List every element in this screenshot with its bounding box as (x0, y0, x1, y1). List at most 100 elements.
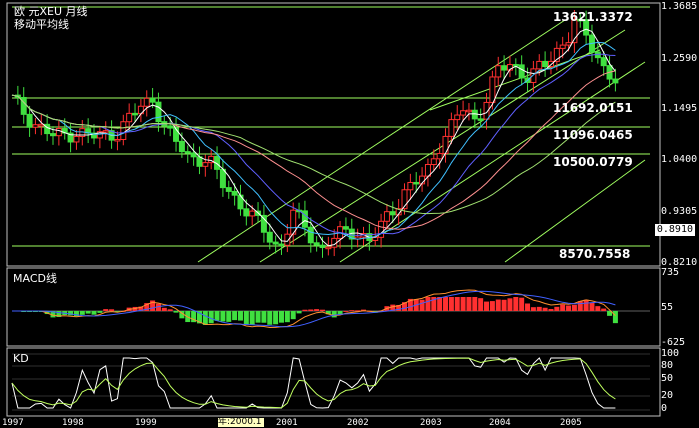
macd-histogram-bar (349, 310, 355, 312)
current-price-marker: 0.8910 (655, 224, 695, 236)
candle-body (219, 168, 226, 189)
macd-histogram-bar (226, 311, 232, 322)
candle-body (436, 153, 443, 160)
candle-body (190, 152, 197, 158)
candle-body (542, 60, 549, 68)
candle-body (342, 226, 349, 230)
macd-histogram-bar (507, 298, 513, 311)
candle-body (465, 109, 472, 113)
candle-body (489, 76, 496, 103)
macd-histogram-bar (173, 311, 179, 313)
candle-body (313, 242, 320, 246)
candle-body (202, 162, 209, 167)
macd-histogram-bar (331, 311, 337, 318)
candle-body (143, 97, 150, 107)
macd-histogram-bar (443, 297, 449, 311)
macd-histogram-bar (536, 306, 542, 311)
macd-histogram-bar (489, 301, 495, 311)
candle-body (430, 158, 437, 166)
macd-histogram-bar (548, 309, 554, 311)
macd-histogram-bar (560, 304, 566, 311)
macd-histogram-bar (513, 297, 519, 311)
macd-histogram-bar (601, 308, 607, 311)
macd-histogram-bar (425, 297, 431, 311)
macd-histogram-bar (273, 311, 279, 325)
macd-histogram-bar (478, 298, 484, 311)
macd-histogram-bar (566, 305, 572, 311)
macd-histogram-bar (161, 307, 167, 311)
candle-body (612, 78, 619, 84)
candle-body (266, 231, 273, 243)
macd-histogram-bar (232, 311, 238, 321)
candle-body (32, 124, 39, 128)
macd-histogram-bar (79, 311, 85, 315)
macd-histogram-bar (554, 306, 560, 311)
macd-histogram-bar (214, 311, 220, 321)
candle-body (178, 140, 185, 153)
candle-body (55, 128, 62, 137)
macd-histogram-bar (167, 309, 173, 311)
y-tick-label: 1.3685 (661, 1, 698, 12)
y-tick-label: 20 (661, 390, 674, 401)
candle-body (132, 112, 139, 116)
macd-histogram-bar (577, 301, 583, 311)
candle-body (383, 211, 390, 222)
y-tick-label: 1.2590 (661, 53, 698, 64)
candle-body (167, 125, 174, 129)
y-tick-label: 100 (661, 348, 680, 359)
macd-histogram-bar (466, 297, 472, 311)
candle-body (389, 211, 396, 216)
price-level-2: 11692.0151 (553, 101, 633, 115)
macd-histogram-bar (437, 297, 443, 311)
candle-body (243, 208, 250, 217)
macd-histogram-bar (290, 311, 296, 320)
y-tick-label: 50 (661, 373, 674, 384)
cursor-date-tooltip: 年:2000.1 (218, 418, 264, 427)
macd-histogram-bar (519, 297, 525, 311)
chart-canvas[interactable] (0, 0, 699, 427)
y-tick-label: 735 (661, 267, 680, 278)
price-level-4: 10500.0779 (553, 155, 633, 169)
macd-histogram-bar (525, 303, 531, 311)
y-tick-label: 0 (661, 403, 668, 414)
candle-body (559, 44, 566, 49)
macd-histogram-bar (460, 297, 466, 311)
candle-body (184, 151, 191, 154)
trend-line (259, 29, 626, 263)
candle-body (149, 97, 156, 103)
candle-body (448, 119, 455, 137)
candle-body (102, 130, 109, 133)
macd-histogram-bar (109, 309, 115, 311)
ma-long-line (11, 70, 616, 230)
macd-histogram-bar (542, 307, 548, 311)
macd-histogram-bar (243, 311, 249, 325)
price-level-3: 11096.0465 (553, 128, 633, 142)
candle-body (471, 109, 478, 120)
macd-histogram-bar (267, 311, 273, 325)
candle-body (372, 236, 379, 241)
macd-histogram-bar (595, 306, 601, 311)
macd-histogram-bar (454, 297, 460, 311)
candle-body (460, 110, 467, 116)
forex-chart-window: 欧 元XEU 月线 移动平均线 13621.3372 11692.0151 11… (0, 0, 699, 428)
macd-histogram-bar (85, 311, 91, 314)
macd-histogram-bar (220, 311, 226, 322)
candle-body (231, 190, 238, 196)
candle-body (518, 64, 525, 79)
macd-histogram-bar (612, 311, 618, 324)
candle-body (600, 57, 607, 67)
macd-histogram-bar (314, 309, 320, 311)
candle-body (407, 181, 414, 191)
candle-body (126, 112, 133, 123)
y-tick-label: 80 (661, 360, 674, 371)
macd-histogram-bar (255, 311, 261, 323)
candle-body (50, 133, 57, 137)
indicator-label: 移动平均线 (14, 18, 69, 31)
macd-histogram-bar (484, 301, 490, 311)
candle-body (173, 127, 180, 142)
candle-body (26, 113, 33, 128)
candle-body (565, 42, 572, 46)
macd-histogram-bar (308, 309, 314, 311)
macd-histogram-bar (296, 311, 302, 314)
macd-histogram-bar (472, 297, 478, 311)
